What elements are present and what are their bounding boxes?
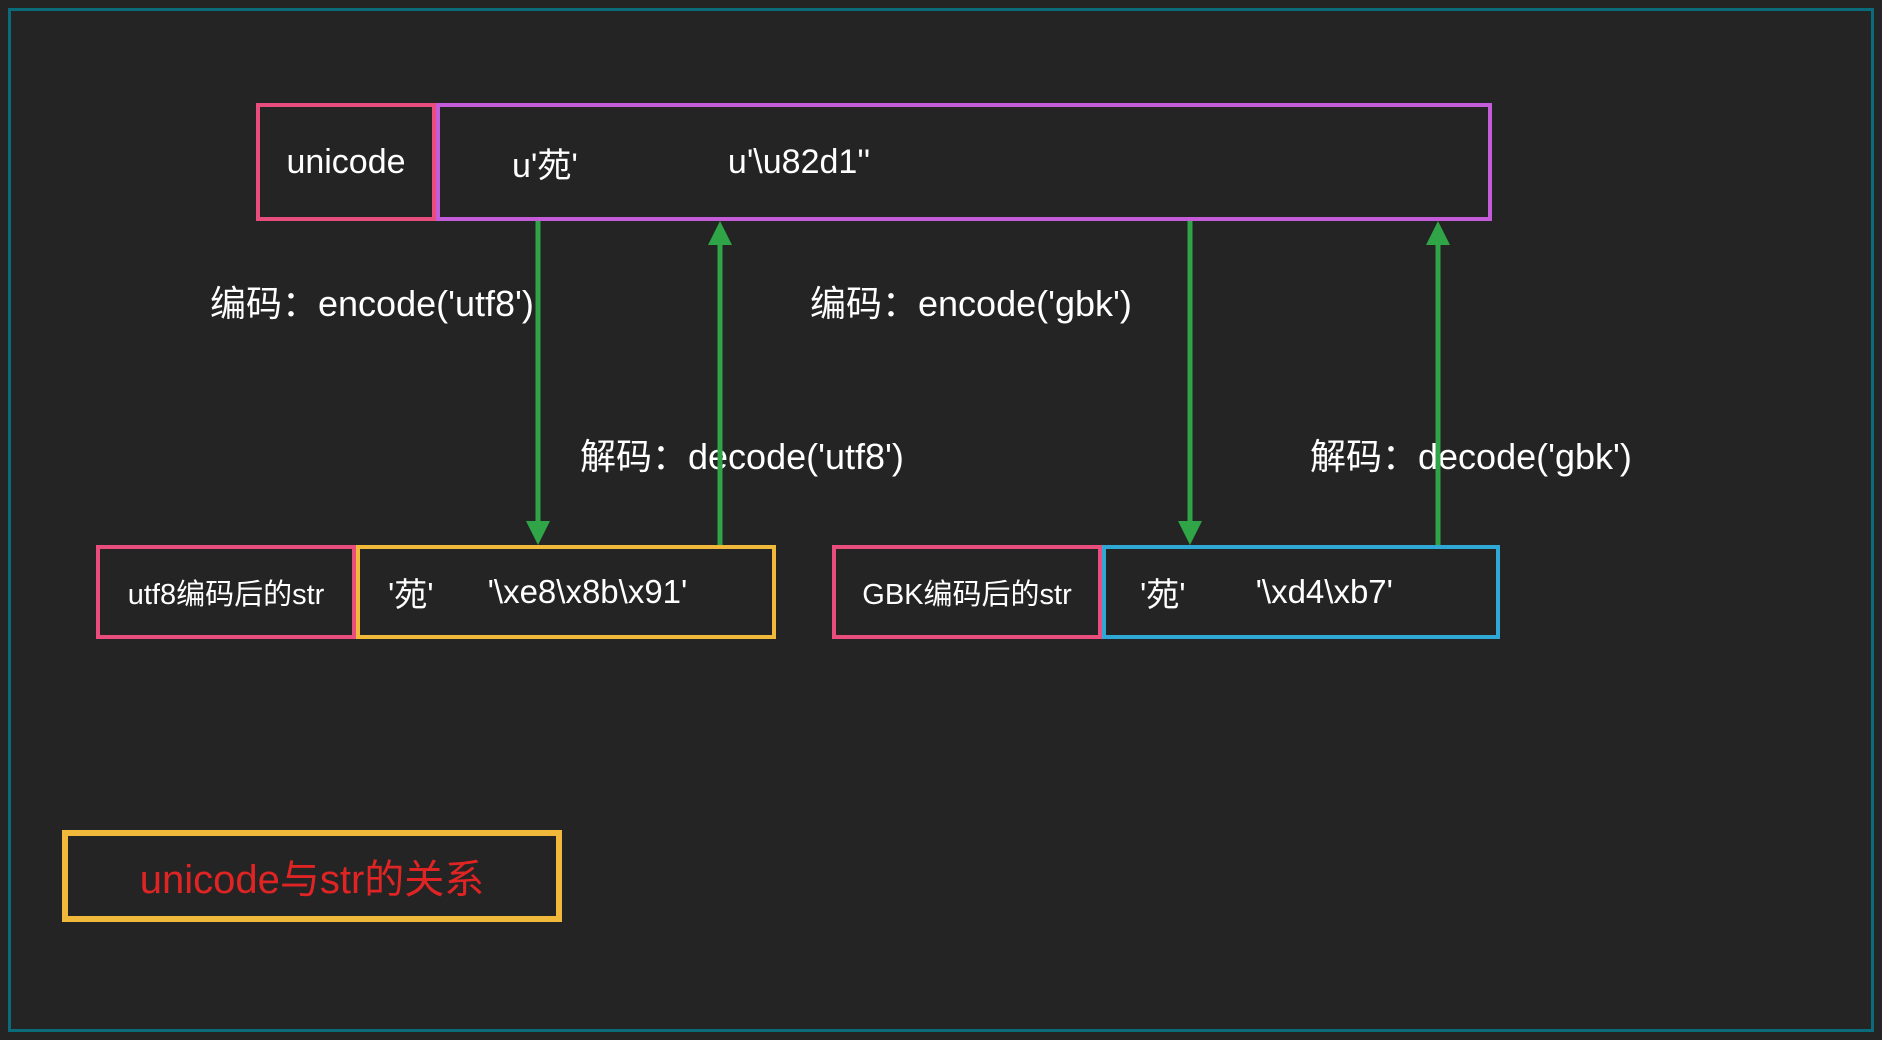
gbk-bytes: '\xd4\xb7' bbox=[1256, 573, 1393, 611]
encode-utf8-label: 编码：encode('utf8') bbox=[210, 275, 534, 327]
unicode-label: unicode bbox=[286, 143, 405, 182]
utf8-label-box: utf8编码后的str bbox=[96, 545, 356, 639]
diagram-title-box: unicode与str的关系 bbox=[62, 830, 562, 922]
gbk-value-box: '苑' '\xd4\xb7' bbox=[1102, 545, 1500, 639]
gbk-label: GBK编码后的str bbox=[862, 571, 1071, 613]
diagram-title: unicode与str的关系 bbox=[140, 847, 485, 905]
unicode-escape: u'\u82d1'' bbox=[728, 143, 870, 182]
unicode-char: u'苑' bbox=[512, 138, 578, 187]
decode-utf8-label: 解码：decode('utf8') bbox=[580, 428, 904, 480]
encode-gbk-label: 编码：encode('gbk') bbox=[810, 275, 1132, 327]
gbk-label-box: GBK编码后的str bbox=[832, 545, 1102, 639]
utf8-char: '苑' bbox=[388, 568, 434, 616]
unicode-label-box: unicode bbox=[256, 103, 436, 221]
utf8-bytes: '\xe8\x8b\x91' bbox=[488, 573, 688, 611]
utf8-value-box: '苑' '\xe8\x8b\x91' bbox=[356, 545, 776, 639]
utf8-label: utf8编码后的str bbox=[128, 571, 325, 613]
unicode-value-box: u'苑' u'\u82d1'' bbox=[436, 103, 1492, 221]
gbk-char: '苑' bbox=[1140, 568, 1186, 616]
decode-gbk-label: 解码：decode('gbk') bbox=[1310, 428, 1632, 480]
